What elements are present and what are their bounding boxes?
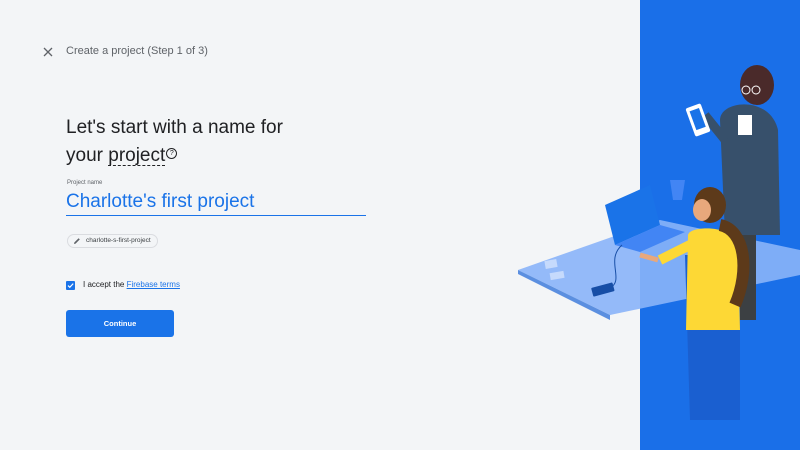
people-at-desk-illustration [518,65,800,420]
page-step-title: Create a project (Step 1 of 3) [66,45,208,57]
terms-text: I accept the Firebase terms [83,280,180,289]
page-heading: Let's start with a name for your project… [66,114,396,170]
terms-checkbox[interactable] [66,281,75,290]
project-name-label: Project name [67,180,103,186]
terms-prefix: I accept the [83,280,125,289]
heading-line1: Let's start with a name for [66,117,283,138]
heading-your: your [66,145,103,166]
help-circle-icon[interactable]: ? [166,148,178,159]
project-id-chip[interactable]: charlotte-s-first-project [67,234,158,248]
continue-button[interactable]: Continue [66,310,174,337]
project-name-input[interactable] [66,189,366,216]
close-icon[interactable] [40,44,56,60]
project-id-text: charlotte-s-first-project [86,237,151,244]
firebase-terms-link[interactable]: Firebase terms [127,280,180,289]
heading-project-word: project [108,145,166,166]
pencil-icon [73,237,81,245]
